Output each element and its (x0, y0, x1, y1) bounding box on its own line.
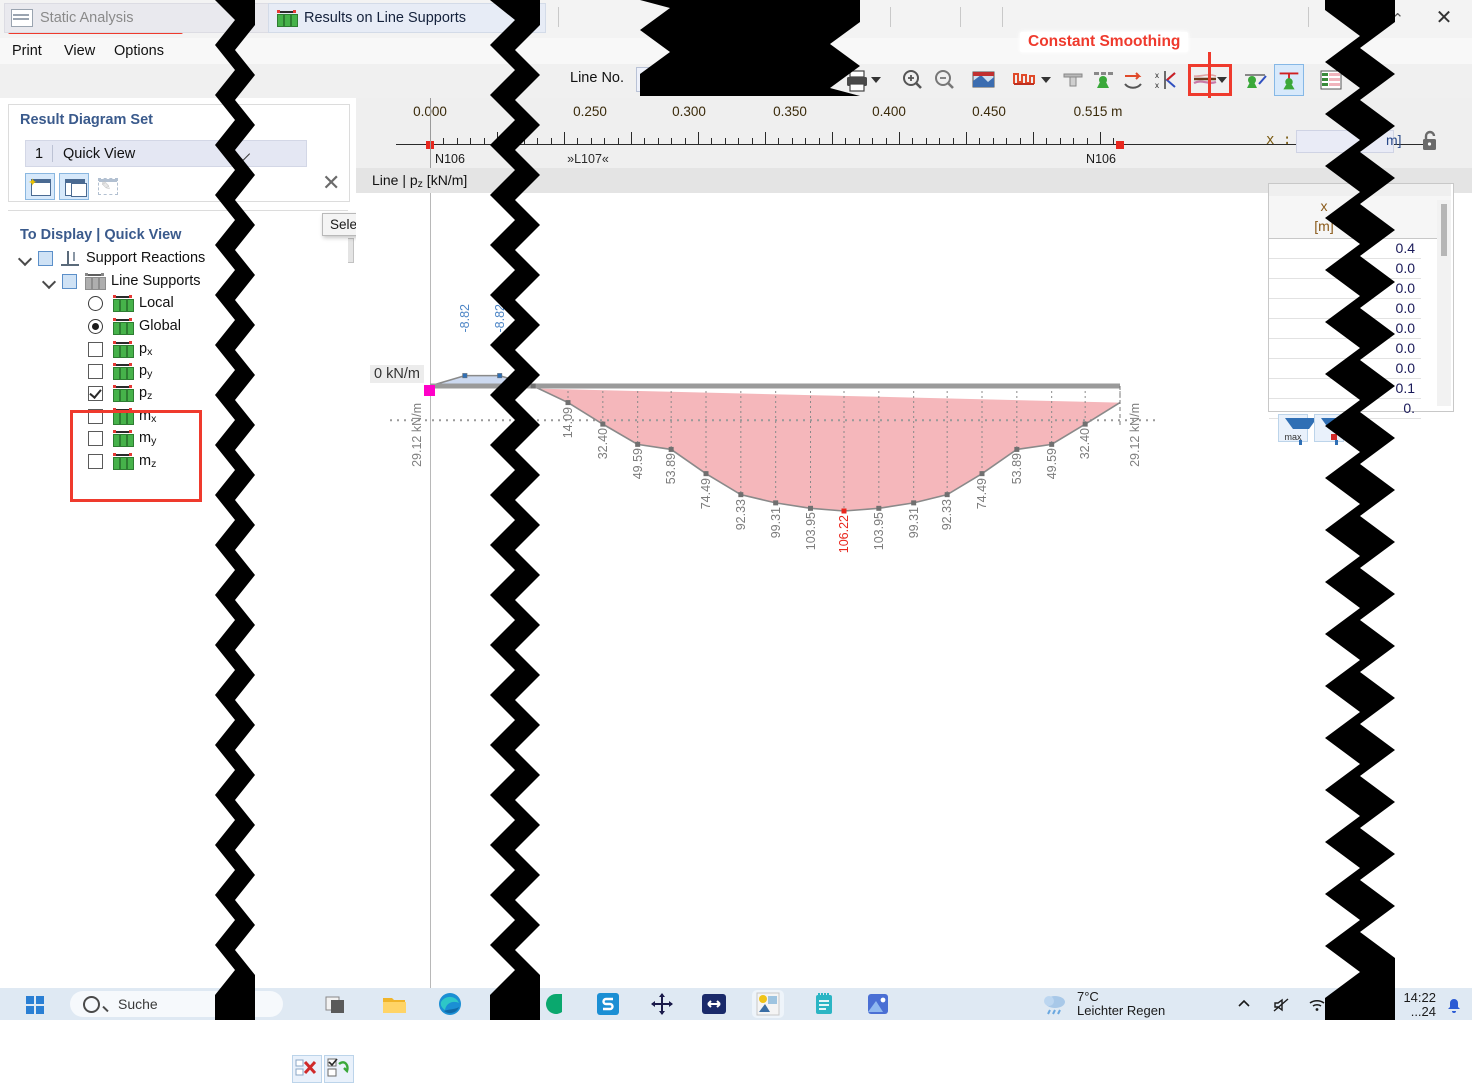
toggle-all-icon[interactable] (324, 1055, 354, 1083)
occlusion-overlay (215, 0, 1395, 1020)
clear-all-icon[interactable] (292, 1055, 322, 1083)
